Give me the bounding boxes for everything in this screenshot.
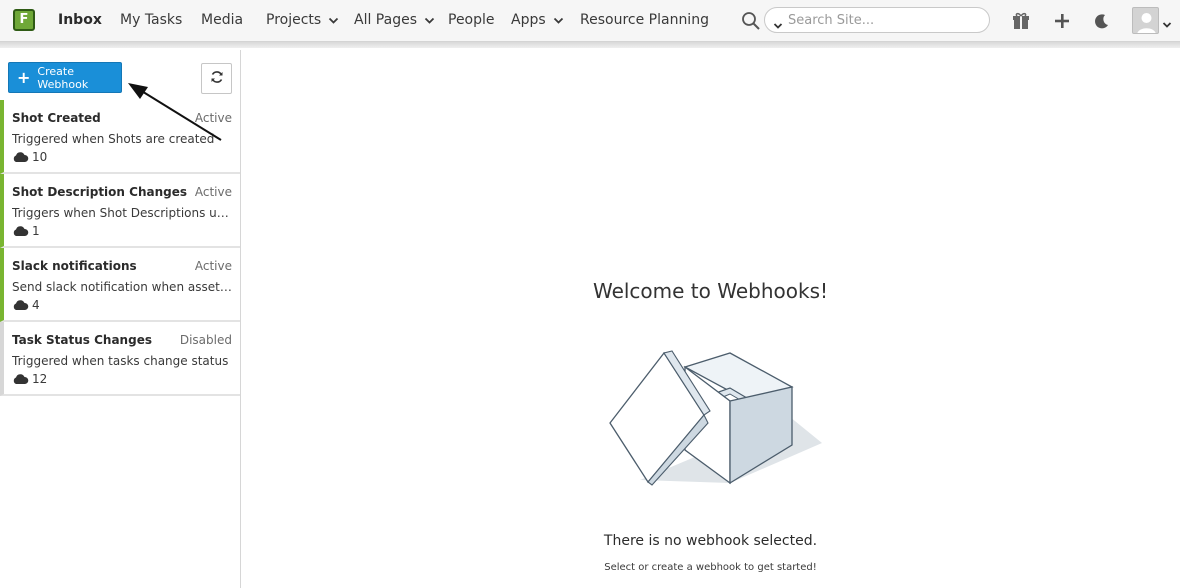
webhook-count-value: 1 (32, 224, 40, 238)
empty-state-title: There is no webhook selected. (603, 533, 818, 549)
nav-resource-planning-label: Resource Planning (580, 12, 709, 28)
webhook-list-item[interactable]: Slack notifications Active Send slack no… (0, 248, 240, 322)
webhook-status: Active (194, 111, 232, 125)
search-box (764, 7, 990, 33)
avatar[interactable] (1132, 7, 1159, 34)
webhook-name: Task Status Changes (12, 333, 152, 347)
nav-people[interactable]: People (448, 12, 495, 28)
nav-media-label: Media (201, 12, 244, 28)
webhook-description: Triggers when Shot Descriptions updated (12, 206, 234, 220)
nav-projects-label: Projects (266, 12, 322, 28)
nav-all-pages-label: All Pages (354, 12, 417, 28)
webhook-list-item[interactable]: Task Status Changes Disabled Triggered w… (0, 322, 240, 396)
webhook-delivery-count: 10 (12, 150, 47, 164)
plus-icon: + (17, 67, 31, 87)
cloud-icon (13, 225, 29, 236)
gift-icon[interactable] (1011, 11, 1031, 31)
chevron-down-icon (553, 15, 564, 26)
app-logo[interactable]: F (13, 9, 35, 31)
webhook-description: Triggered when tasks change status (12, 354, 229, 368)
empty-state-subtitle: Select or create a webhook to get starte… (604, 562, 817, 573)
nav-media[interactable]: Media (201, 12, 243, 28)
nav-apps-label: Apps (511, 12, 546, 28)
webhook-status: Active (194, 259, 232, 273)
webhook-list-item[interactable]: Shot Description Changes Active Triggers… (0, 174, 240, 248)
nav-all-pages[interactable]: All Pages (354, 12, 435, 28)
webhook-delivery-count: 4 (12, 298, 40, 312)
webhook-list: Shot Created Active Triggered when Shots… (0, 100, 240, 396)
search-input[interactable] (788, 11, 978, 29)
nav-my-tasks-label: My Tasks (120, 12, 183, 28)
webhook-count-value: 10 (32, 150, 48, 164)
refresh-icon (210, 69, 224, 88)
nav-resource-planning[interactable]: Resource Planning (580, 12, 709, 28)
refresh-button[interactable] (201, 63, 232, 94)
webhook-name: Shot Description Changes (12, 185, 187, 199)
nav-projects[interactable]: Projects (266, 12, 339, 28)
chevron-down-icon[interactable] (773, 16, 783, 29)
nav-people-label: People (448, 12, 495, 28)
webhook-description: Triggered when Shots are created (12, 132, 215, 146)
webhook-status: Active (194, 185, 232, 199)
nav-inbox[interactable]: Inbox (58, 12, 102, 28)
cloud-icon (13, 151, 29, 162)
chevron-down-icon (328, 15, 339, 26)
plus-icon[interactable] (1052, 11, 1072, 31)
webhook-status: Disabled (179, 333, 232, 347)
webhook-name: Shot Created (12, 111, 101, 125)
nav-apps[interactable]: Apps (511, 12, 564, 28)
moon-icon[interactable] (1092, 11, 1112, 31)
nav-my-tasks[interactable]: My Tasks (120, 12, 182, 28)
create-webhook-button[interactable]: + Create Webhook (8, 62, 122, 93)
welcome-heading: Welcome to Webhooks! (592, 279, 829, 303)
webhook-list-item[interactable]: Shot Created Active Triggered when Shots… (0, 100, 240, 174)
topbar-divider (0, 42, 1180, 48)
webhook-count-value: 4 (32, 298, 40, 312)
webhook-sidebar: + Create Webhook Shot Created Active Tri… (0, 50, 241, 588)
webhook-name: Slack notifications (12, 259, 137, 273)
empty-box-illustration (609, 350, 822, 486)
webhook-count-value: 12 (32, 372, 48, 386)
search-icon[interactable] (741, 11, 761, 31)
webhook-delivery-count: 1 (12, 224, 40, 238)
create-webhook-label: Create Webhook (37, 64, 89, 91)
chevron-down-icon[interactable] (1162, 15, 1172, 28)
webhook-description: Send slack notification when asset is up… (12, 280, 234, 294)
cloud-icon (13, 299, 29, 310)
top-navigation-bar: F Inbox My Tasks Media Projects All Page… (0, 0, 1180, 42)
nav-inbox-label: Inbox (58, 12, 102, 28)
cloud-icon (13, 373, 29, 384)
chevron-down-icon (424, 15, 435, 26)
webhook-delivery-count: 12 (12, 372, 47, 386)
